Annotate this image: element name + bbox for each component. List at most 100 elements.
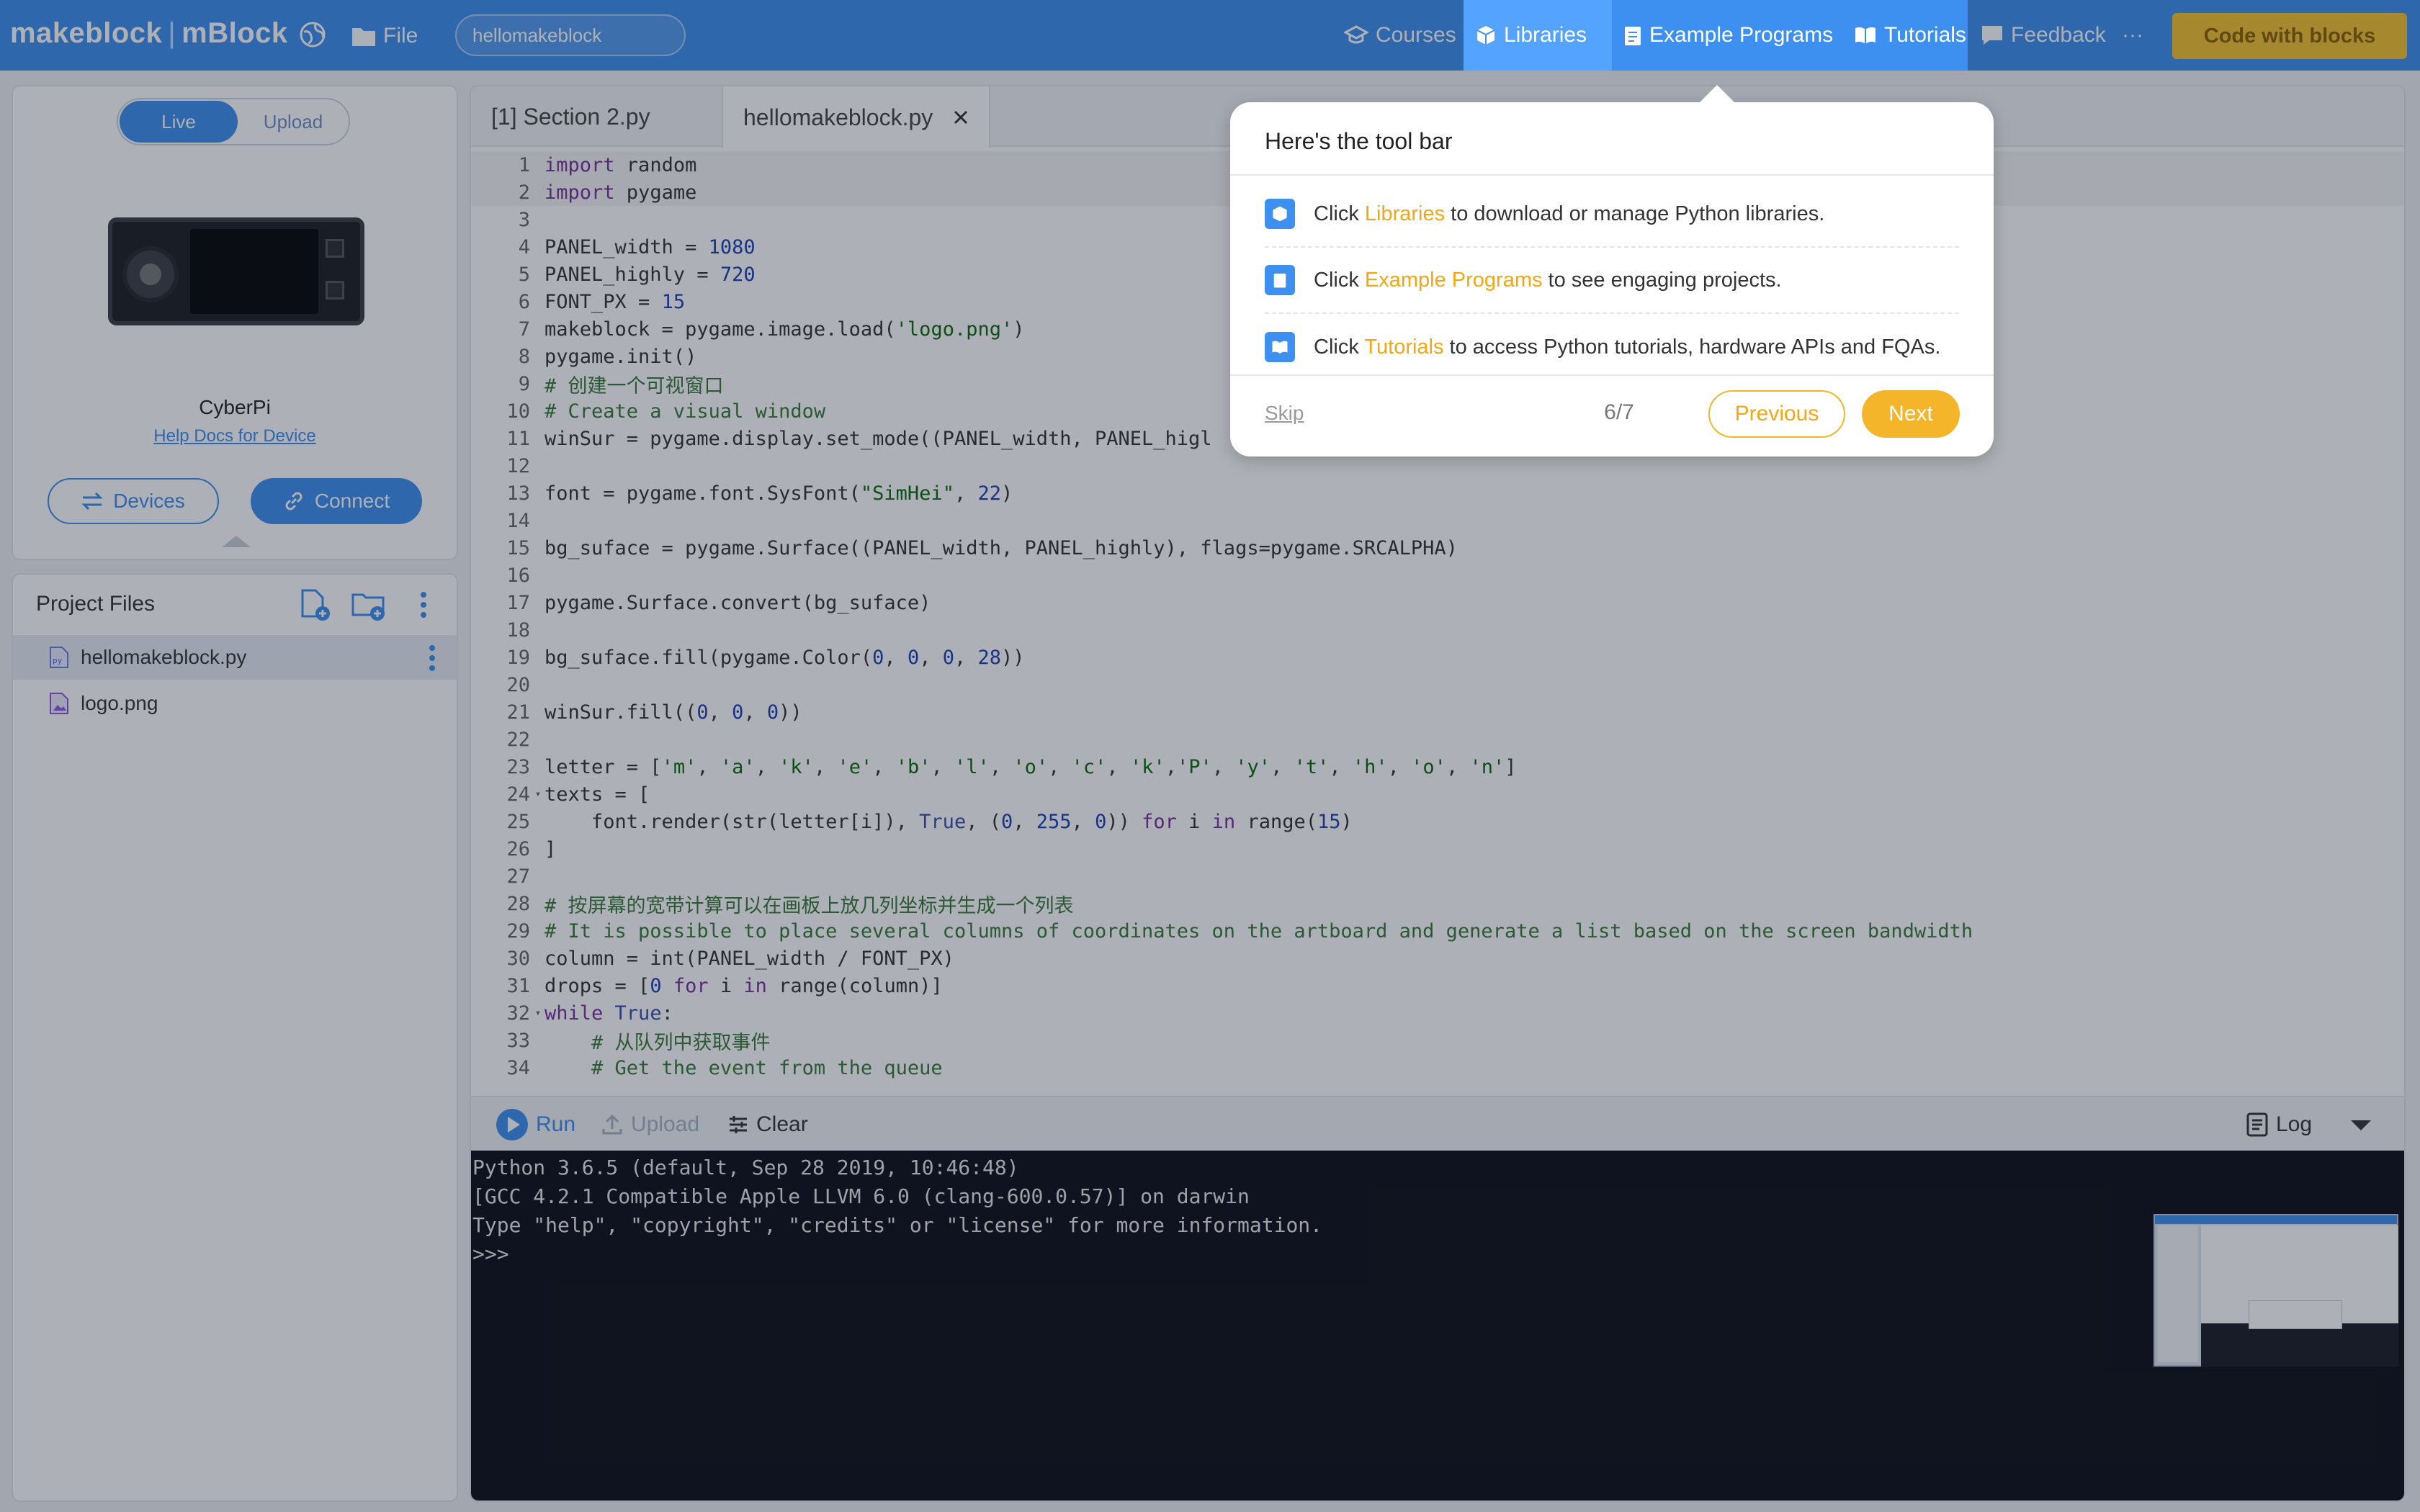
preview-thumbnail[interactable]: [2154, 1214, 2398, 1367]
toolbar-highlight: Libraries Example Programs Tutorials: [1464, 0, 1968, 71]
nav-feedback[interactable]: Feedback: [1969, 0, 2118, 71]
devices-button[interactable]: Devices: [48, 478, 219, 524]
close-icon[interactable]: [953, 109, 969, 125]
log-label: Log: [2276, 1112, 2313, 1136]
nav-courses-label: Courses: [1376, 23, 1456, 47]
code-text: # Create a visual window: [544, 400, 826, 423]
line-number: 6: [518, 290, 530, 313]
line-number: 22: [506, 728, 530, 751]
nav-tutorials[interactable]: Tutorials: [1842, 0, 1968, 71]
code-text: column = int(PANEL_width / FONT_PX): [544, 947, 954, 970]
connect-button-label: Connect: [314, 490, 390, 512]
console-output[interactable]: Python 3.6.5 (default, Sep 28 2019, 10:4…: [471, 1151, 2404, 1500]
clipboard-icon: [1625, 27, 1641, 45]
more-menu-button[interactable]: ···: [2110, 0, 2155, 71]
code-text: # 创建一个可视窗口: [544, 374, 724, 397]
line-number: 3: [518, 208, 530, 231]
devices-button-label: Devices: [113, 490, 185, 512]
run-toolbar: Run Upload Clear Log: [471, 1096, 2404, 1151]
code-text: font = pygame.font.SysFont("SimHei", 22): [544, 482, 1013, 505]
line-number: 34: [506, 1056, 530, 1079]
new-file-icon[interactable]: [295, 586, 333, 624]
file-menu-label: File: [383, 24, 418, 48]
code-line[interactable]: 28 # 按屏幕的宽带计算可以在画板上放几列坐标并生成一个列表: [471, 890, 2404, 917]
code-text: pygame.Surface.convert(bg_suface): [544, 591, 931, 614]
upload-button[interactable]: Upload: [601, 1109, 699, 1140]
line-number: 29: [506, 919, 530, 942]
nav-example-programs[interactable]: Example Programs: [1612, 0, 1842, 71]
run-button[interactable]: Run: [496, 1109, 575, 1140]
line-number: 9: [518, 372, 530, 395]
python-file-icon: py: [50, 647, 68, 668]
code-line[interactable]: 24 ▾ texts = [: [471, 780, 2404, 808]
code-line[interactable]: 29 # It is possible to place several colu…: [471, 917, 2404, 945]
log-button[interactable]: Log: [2246, 1109, 2312, 1140]
code-line[interactable]: 16: [471, 562, 2404, 589]
line-number: 13: [506, 482, 530, 505]
file-menu-icon[interactable]: [429, 645, 435, 671]
code-line[interactable]: 22: [471, 726, 2404, 753]
project-name-input[interactable]: [455, 14, 686, 56]
file-item[interactable]: py hellomakeblock.py: [13, 635, 457, 680]
tab-label: [1] Section 2.py: [491, 103, 650, 130]
file-item[interactable]: logo.png: [13, 681, 457, 726]
fold-icon[interactable]: ▾: [532, 1007, 544, 1019]
code-line[interactable]: 34 # Get the event from the queue: [471, 1054, 2404, 1081]
code-line[interactable]: 17 pygame.Surface.convert(bg_suface): [471, 589, 2404, 616]
code-line[interactable]: 32 ▾ while True:: [471, 999, 2404, 1027]
code-line[interactable]: 33 # 从队列中获取事件: [471, 1027, 2404, 1054]
globe-icon[interactable]: [298, 20, 327, 49]
code-with-blocks-button[interactable]: Code with blocks: [2172, 13, 2407, 59]
file-menu[interactable]: File: [351, 20, 418, 52]
line-number: 10: [506, 400, 530, 423]
tour-previous-button[interactable]: Previous: [1708, 390, 1845, 438]
mode-switch: Live Upload: [117, 98, 350, 145]
feedback-icon: [1982, 26, 2002, 45]
code-text: PANEL_highly = 720: [544, 263, 756, 286]
connect-button[interactable]: Connect: [251, 478, 422, 524]
device-image: [108, 217, 364, 325]
code-line[interactable]: 30 column = int(PANEL_width / FONT_PX): [471, 945, 2404, 972]
code-text: winSur = pygame.display.set_mode((PANEL_…: [544, 427, 1212, 450]
tab-section-2[interactable]: [1] Section 2.py: [471, 86, 671, 147]
mode-live-button[interactable]: Live: [120, 101, 238, 143]
code-line[interactable]: 27: [471, 863, 2404, 890]
nav-tutorials-label: Tutorials: [1884, 23, 1966, 47]
tab-hellomakeblock[interactable]: hellomakeblock.py: [722, 86, 991, 148]
code-line[interactable]: 23 letter = ['m', 'a', 'k', 'e', 'b', 'l'…: [471, 753, 2404, 780]
code-line[interactable]: 15 bg_suface = pygame.Surface((PANEL_widt…: [471, 534, 2404, 562]
code-line[interactable]: 19 bg_suface.fill(pygame.Color(0, 0, 0, 2…: [471, 644, 2404, 671]
tour-pager: 6/7: [1604, 400, 1634, 424]
nav-courses[interactable]: Courses: [1332, 0, 1468, 71]
code-text: # 按屏幕的宽带计算可以在画板上放几列坐标并生成一个列表: [544, 894, 1074, 917]
line-number: 5: [518, 263, 530, 286]
mode-upload-button[interactable]: Upload: [239, 101, 347, 143]
line-number: 20: [506, 673, 530, 696]
project-files-title: Project Files: [36, 592, 156, 616]
line-number: 14: [506, 509, 530, 532]
fold-icon[interactable]: ▾: [532, 788, 544, 800]
code-line[interactable]: 13 font = pygame.font.SysFont("SimHei", 2…: [471, 480, 2404, 507]
line-number: 23: [506, 755, 530, 778]
nav-feedback-label: Feedback: [2011, 23, 2106, 47]
tour-skip-link[interactable]: Skip: [1265, 402, 1304, 425]
code-line[interactable]: 26]: [471, 835, 2404, 863]
tour-next-button[interactable]: Next: [1862, 390, 1960, 438]
files-menu-icon[interactable]: [421, 592, 426, 618]
code-line[interactable]: 21 winSur.fill((0, 0, 0)): [471, 698, 2404, 726]
code-line[interactable]: 18: [471, 616, 2404, 644]
code-line[interactable]: 14: [471, 507, 2404, 534]
chevron-down-icon[interactable]: [2349, 1119, 2372, 1132]
book-icon: [1855, 27, 1876, 44]
log-icon: [2246, 1112, 2268, 1137]
clear-button[interactable]: Clear: [727, 1109, 808, 1140]
link-icon: [285, 492, 302, 510]
nav-libraries[interactable]: Libraries: [1464, 0, 1612, 71]
collapse-caret-icon[interactable]: [222, 536, 251, 547]
code-line[interactable]: 31 drops = [0 for i in range(column)]: [471, 972, 2404, 999]
code-line[interactable]: 25 font.render(str(letter[i]), True, (0,…: [471, 808, 2404, 835]
code-line[interactable]: 20: [471, 671, 2404, 698]
help-docs-link[interactable]: Help Docs for Device: [13, 426, 457, 446]
console-line: Type "help", "copyright", "credits" or "…: [472, 1213, 1323, 1237]
new-folder-icon[interactable]: [350, 586, 387, 624]
